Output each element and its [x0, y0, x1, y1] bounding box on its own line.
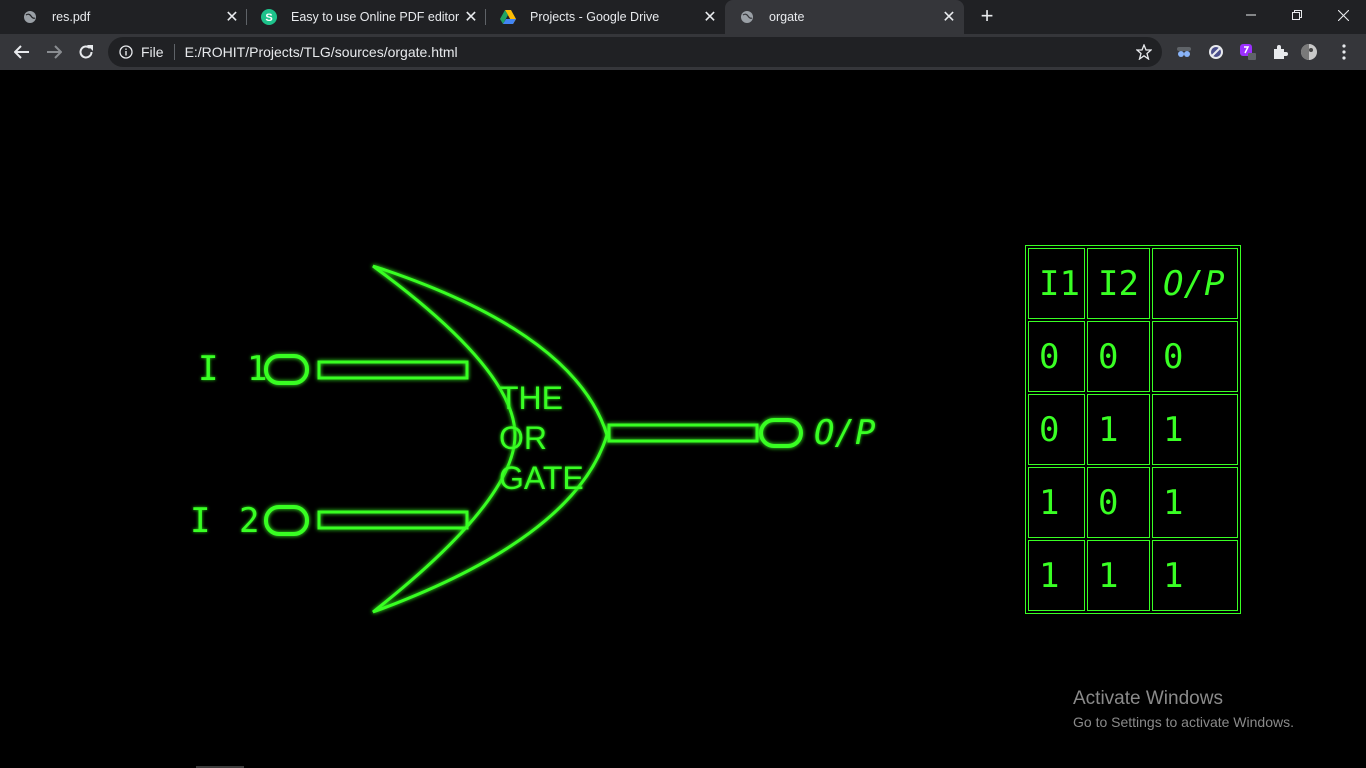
table-row: 1 0 1	[1028, 467, 1238, 538]
gate-title-line: OR	[499, 420, 547, 456]
table-cell: 0	[1152, 321, 1238, 392]
close-icon[interactable]: ✕	[940, 8, 958, 26]
browser-window: res.pdf ✕ S Easy to use Online PDF edito…	[0, 0, 1366, 768]
input1-terminal	[264, 354, 309, 385]
sejda-icon: S	[261, 9, 277, 25]
url-text[interactable]: E:/ROHIT/Projects/TLG/sources/orgate.htm…	[185, 44, 458, 60]
table-cell: 0	[1028, 321, 1085, 392]
tab-pdf-editor[interactable]: S Easy to use Online PDF editor ✕	[247, 0, 486, 34]
activate-windows-watermark: Activate Windows Go to Settings to activ…	[1073, 688, 1294, 730]
extensions-puzzle-icon[interactable]	[1271, 43, 1289, 61]
address-bar[interactable]: File E:/ROHIT/Projects/TLG/sources/orgat…	[108, 37, 1162, 67]
menu-kebab-icon[interactable]	[1335, 43, 1353, 61]
output-wire	[607, 423, 759, 443]
new-tab-button[interactable]: +	[976, 5, 998, 28]
table-cell: 0	[1087, 321, 1150, 392]
close-icon[interactable]: ✕	[223, 8, 241, 26]
input1-wire	[317, 360, 469, 380]
toolbar: File E:/ROHIT/Projects/TLG/sources/orgat…	[0, 34, 1366, 70]
table-cell: 1	[1152, 467, 1238, 538]
watermark-subtitle: Go to Settings to activate Windows.	[1073, 714, 1294, 730]
header-op: O/P	[1152, 248, 1238, 319]
extension-spy-icon[interactable]	[1175, 43, 1193, 61]
omnibox-divider	[173, 44, 175, 60]
scheme-label: File	[141, 44, 164, 60]
input2-label: I 2	[190, 501, 264, 541]
table-row: 1 1 1	[1028, 540, 1238, 611]
globe-icon	[22, 9, 38, 25]
minimize-button[interactable]	[1228, 0, 1274, 30]
input2-wire	[317, 510, 469, 530]
table-cell: 1	[1152, 540, 1238, 611]
gate-title: THE OR GATE	[499, 378, 584, 498]
table-cell: 0	[1087, 467, 1150, 538]
info-icon[interactable]	[119, 45, 133, 59]
close-window-button[interactable]	[1320, 0, 1366, 30]
tab-title: orgate	[769, 10, 805, 24]
forward-button[interactable]	[40, 38, 68, 66]
page-content: I 1 I 2 O/P THE OR GATE I1 I2 O/P 0 0 0 …	[0, 70, 1366, 768]
bookmark-star-icon[interactable]	[1135, 43, 1153, 61]
header-i1: I1	[1028, 248, 1085, 319]
tab-res-pdf[interactable]: res.pdf ✕	[8, 0, 247, 34]
profile-avatar-icon[interactable]	[1300, 43, 1318, 61]
reload-button[interactable]	[72, 38, 100, 66]
table-cell: 1	[1087, 540, 1150, 611]
table-cell: 1	[1152, 394, 1238, 465]
extension-purple-icon[interactable]	[1239, 43, 1257, 61]
tab-title: Easy to use Online PDF editor	[291, 10, 460, 24]
close-icon[interactable]: ✕	[701, 8, 719, 26]
google-drive-icon	[500, 9, 516, 25]
truth-table-header: I1 I2 O/P	[1028, 248, 1238, 319]
tab-strip: res.pdf ✕ S Easy to use Online PDF edito…	[0, 0, 1366, 34]
table-row: 0 1 1	[1028, 394, 1238, 465]
extension-block-icon[interactable]	[1207, 43, 1225, 61]
tab-google-drive[interactable]: Projects - Google Drive ✕	[486, 0, 725, 34]
truth-table: I1 I2 O/P 0 0 0 0 1 1 1 0 1 1 1 1	[1025, 245, 1241, 614]
tab-title: Projects - Google Drive	[530, 10, 660, 24]
table-cell: 1	[1087, 394, 1150, 465]
table-row: 0 0 0	[1028, 321, 1238, 392]
close-icon[interactable]: ✕	[462, 8, 480, 26]
gate-title-line: GATE	[499, 460, 584, 496]
restore-button[interactable]	[1274, 0, 1320, 30]
watermark-title: Activate Windows	[1073, 688, 1223, 709]
header-i2: I2	[1087, 248, 1150, 319]
tab-orgate[interactable]: orgate ✕	[725, 0, 964, 34]
back-button[interactable]	[8, 38, 36, 66]
tab-title: res.pdf	[52, 10, 91, 24]
table-cell: 1	[1028, 467, 1085, 538]
output-label: O/P	[814, 413, 876, 453]
table-cell: 1	[1028, 540, 1085, 611]
globe-icon	[739, 9, 755, 25]
gate-title-line: THE	[499, 380, 563, 416]
output-terminal	[759, 418, 803, 448]
input2-terminal	[264, 505, 309, 536]
svg-text:S: S	[265, 12, 272, 24]
input1-label: I 1	[198, 349, 272, 389]
table-cell: 0	[1028, 394, 1085, 465]
